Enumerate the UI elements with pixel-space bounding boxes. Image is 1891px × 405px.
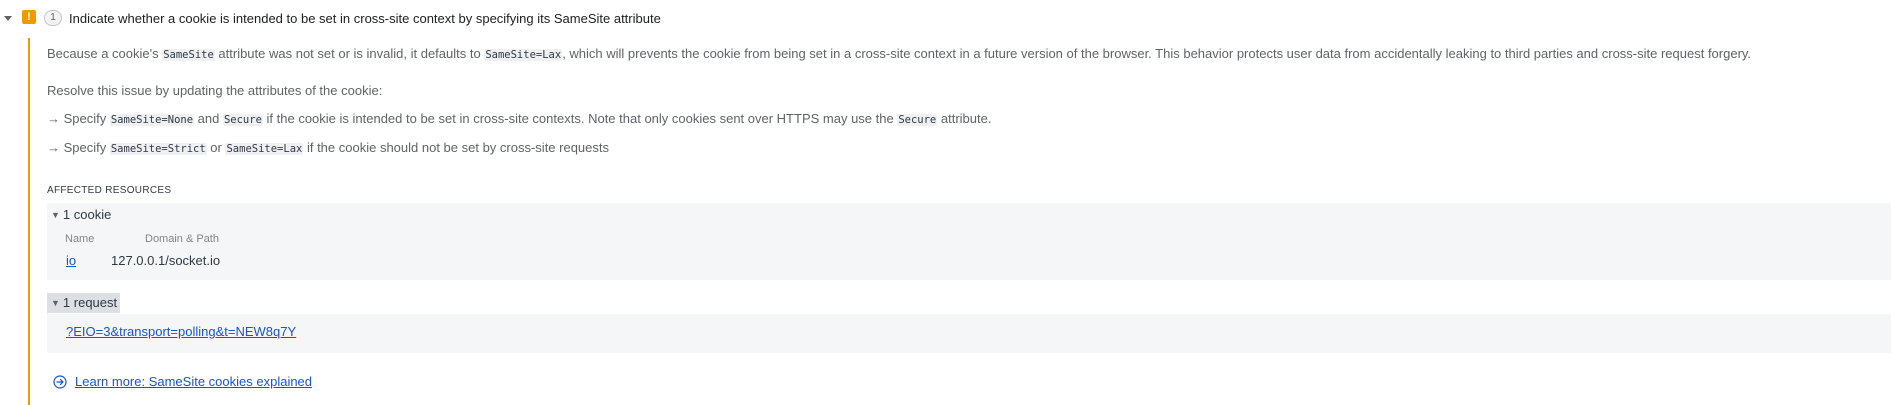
column-header-name: Name xyxy=(65,233,95,245)
issue-description: Because a cookie's SameSite attribute wa… xyxy=(47,45,1751,64)
affected-resources-heading: AFFECTED RESOURCES xyxy=(47,185,172,196)
code-samesite-lax: SameSite=Lax xyxy=(225,143,304,155)
cookies-toggle-label: 1 cookie xyxy=(62,207,112,222)
triangle-down-icon: ▼ xyxy=(51,298,60,308)
resolution-text: attribute. xyxy=(937,111,992,126)
description-text: attribute was not set or is invalid, it … xyxy=(214,46,485,61)
warning-icon: ! xyxy=(22,10,36,24)
requests-toggle-label: 1 request xyxy=(62,295,118,310)
requests-toggle[interactable]: ▼ 1 request xyxy=(47,293,121,313)
description-text: , which will prevents the cookie from be… xyxy=(562,46,1752,61)
requests-group xyxy=(47,314,1891,353)
cookie-name-link[interactable]: io xyxy=(66,253,76,268)
arrow-circle-right-icon[interactable] xyxy=(53,375,67,389)
chevron-down-icon[interactable] xyxy=(2,12,14,24)
code-samesite-lax: SameSite=Lax xyxy=(484,49,563,61)
triangle-down-icon: ▼ xyxy=(51,210,60,220)
cookies-group xyxy=(47,203,1891,280)
resolve-heading: Resolve this issue by updating the attri… xyxy=(47,83,383,98)
cookies-toggle[interactable]: ▼ 1 cookie xyxy=(47,205,114,225)
code-secure: Secure xyxy=(222,114,263,126)
resolution-text: if the cookie is intended to be set in c… xyxy=(262,111,898,126)
resolution-text: → Specify xyxy=(47,140,110,155)
code-samesite-none: SameSite=None xyxy=(109,114,195,126)
resolution-text: → Specify xyxy=(47,111,110,126)
resolution-item: → Specify SameSite=Strict or SameSite=La… xyxy=(47,139,609,158)
code-samesite-strict: SameSite=Strict xyxy=(109,143,207,155)
resolution-text: if the cookie should not be set by cross… xyxy=(303,140,610,155)
learn-more-link[interactable]: Learn more: SameSite cookies explained xyxy=(75,374,312,389)
issue-count-badge: 1 xyxy=(44,10,62,26)
resolution-item: → Specify SameSite=None and Secure if th… xyxy=(47,110,991,129)
issue-title[interactable]: Indicate whether a cookie is intended to… xyxy=(69,10,661,27)
resolution-text: and xyxy=(194,111,223,126)
resolution-text: or xyxy=(206,140,226,155)
description-text: Because a cookie's xyxy=(47,46,163,61)
code-secure: Secure xyxy=(897,114,938,126)
issue-header[interactable]: ! 1 Indicate whether a cookie is intende… xyxy=(0,0,1891,38)
column-header-domain-path: Domain & Path xyxy=(145,233,219,245)
issue-accent-bar xyxy=(28,38,30,405)
code-samesite: SameSite xyxy=(162,49,215,61)
request-url-link[interactable]: ?EIO=3&transport=polling&t=NEW8q7Y xyxy=(66,324,296,339)
cookie-domain-path: 127.0.0.1/socket.io xyxy=(111,253,221,268)
